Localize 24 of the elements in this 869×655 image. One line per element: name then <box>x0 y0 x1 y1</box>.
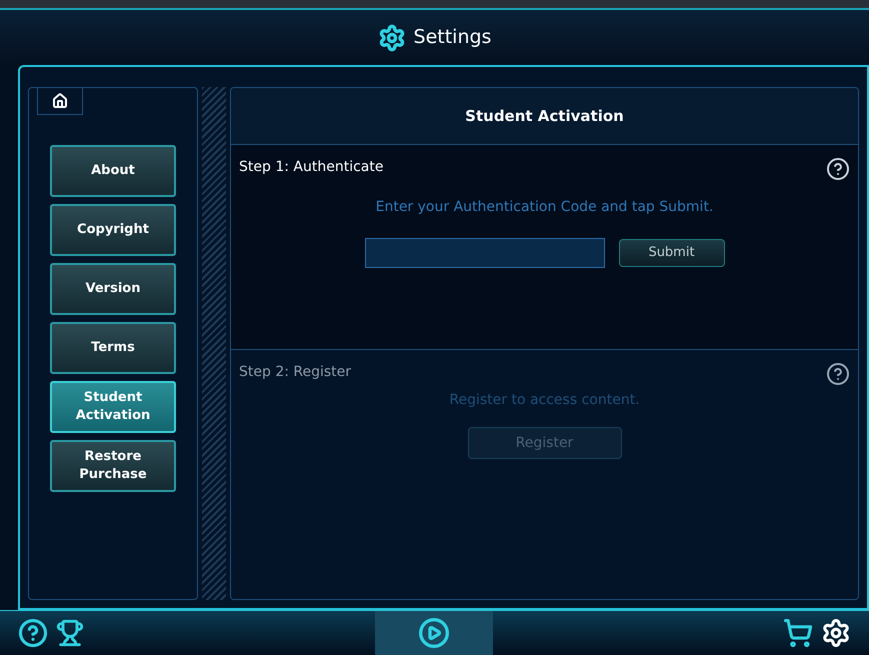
home-icon <box>52 93 68 109</box>
step-heading: Step 2: Register <box>239 363 352 382</box>
sidebar-button[interactable]: Student Activation <box>50 381 176 433</box>
code-input-field[interactable] <box>364 238 604 268</box>
settings-icon[interactable] <box>821 618 851 648</box>
cart-icon[interactable] <box>783 618 813 648</box>
home-button[interactable] <box>37 87 83 115</box>
step-heading: Step 1: Authenticate <box>239 158 384 177</box>
window-title: Settings <box>414 25 492 50</box>
play-icon[interactable] <box>418 617 450 649</box>
sidebar-button[interactable]: Terms <box>50 322 176 374</box>
help-icon[interactable] <box>826 157 850 181</box>
panel-title: Student Activation <box>465 106 624 127</box>
settings-icon <box>378 24 406 52</box>
submit-button[interactable]: Submit <box>618 239 724 267</box>
sidebar-button[interactable]: Copyright <box>50 204 176 256</box>
instruction-text: Register to access content. <box>449 391 640 410</box>
trophy-icon[interactable] <box>56 619 84 647</box>
sidebar-button[interactable]: Version <box>50 263 176 315</box>
sidebar-button[interactable]: Restore Purchase <box>50 440 176 492</box>
sidebar-button[interactable]: About <box>50 145 176 197</box>
help-icon[interactable] <box>826 362 850 386</box>
help-icon[interactable] <box>18 618 48 648</box>
instruction-text: Enter your Authentication Code and tap Submit. <box>376 198 714 217</box>
